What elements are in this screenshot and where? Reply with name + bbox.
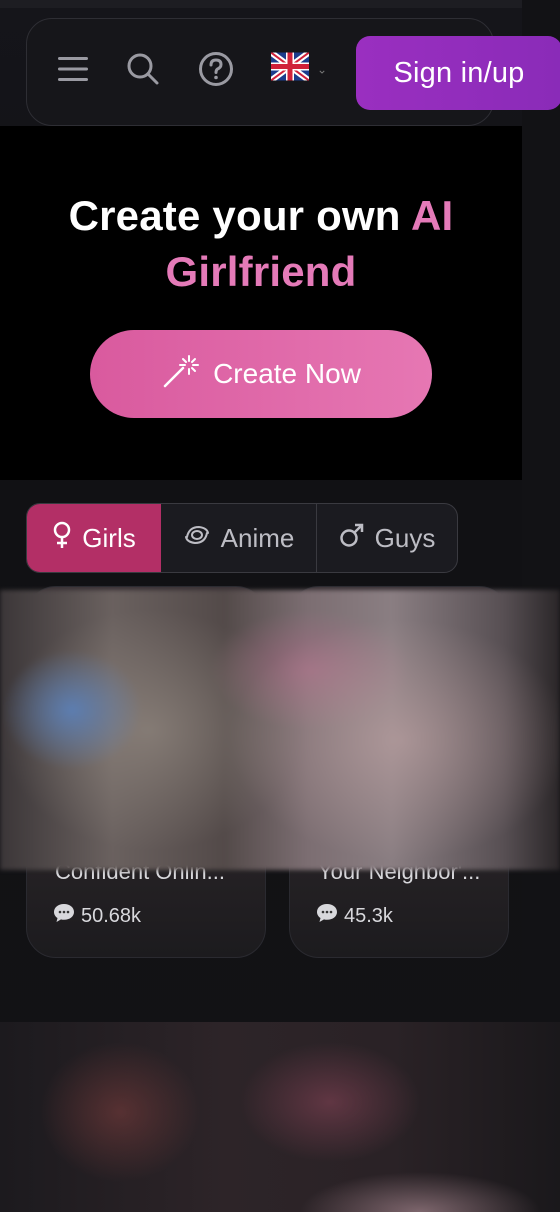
female-icon [52,521,72,556]
hero-title-text: Create your own [68,192,411,239]
anime-swirl-icon [183,523,211,554]
tab-girls[interactable]: Girls [27,504,161,572]
sign-in-button[interactable]: Sign in/up [356,36,560,110]
tab-girls-label: Girls [82,522,136,553]
male-icon [339,522,365,555]
chat-count: 50.68k [53,903,141,929]
hero-title: Create your own AI Girlfriend [0,188,522,300]
uk-flag-icon [269,50,311,86]
chat-count-value: 45.3k [344,904,393,927]
tab-anime[interactable]: Anime [161,504,317,572]
language-selector[interactable]: ⌄ [269,50,328,86]
tab-guys-label: Guys [374,522,436,553]
chevron-down-icon: ⌄ [317,62,328,76]
create-now-button[interactable]: Create Now [90,330,432,418]
tab-guys[interactable]: Guys [317,504,457,572]
search-icon[interactable] [125,51,161,87]
chat-count-value: 50.68k [81,904,142,927]
hero-title-accent-2: Girlfriend [165,248,357,295]
category-tabs: Girls Anime Guys [26,503,458,573]
blurred-next-row [0,1022,560,1212]
page: ⌄ Sign in/up Create your own AI Girlfrie… [0,0,560,1212]
chat-count: 45.3k [316,903,393,929]
hero-banner: Create your own AI Girlfriend Create Now [0,126,522,480]
chat-bubble-icon [53,903,75,929]
menu-icon[interactable] [57,53,89,85]
create-now-label: Create Now [213,358,361,389]
help-icon[interactable] [197,50,235,88]
hero-title-accent: AI [410,192,454,239]
blurred-card-images [0,590,560,870]
tab-anime-label: Anime [220,522,295,553]
magic-wand-icon [161,352,200,397]
top-bar [0,0,522,8]
chat-bubble-icon [316,903,338,929]
